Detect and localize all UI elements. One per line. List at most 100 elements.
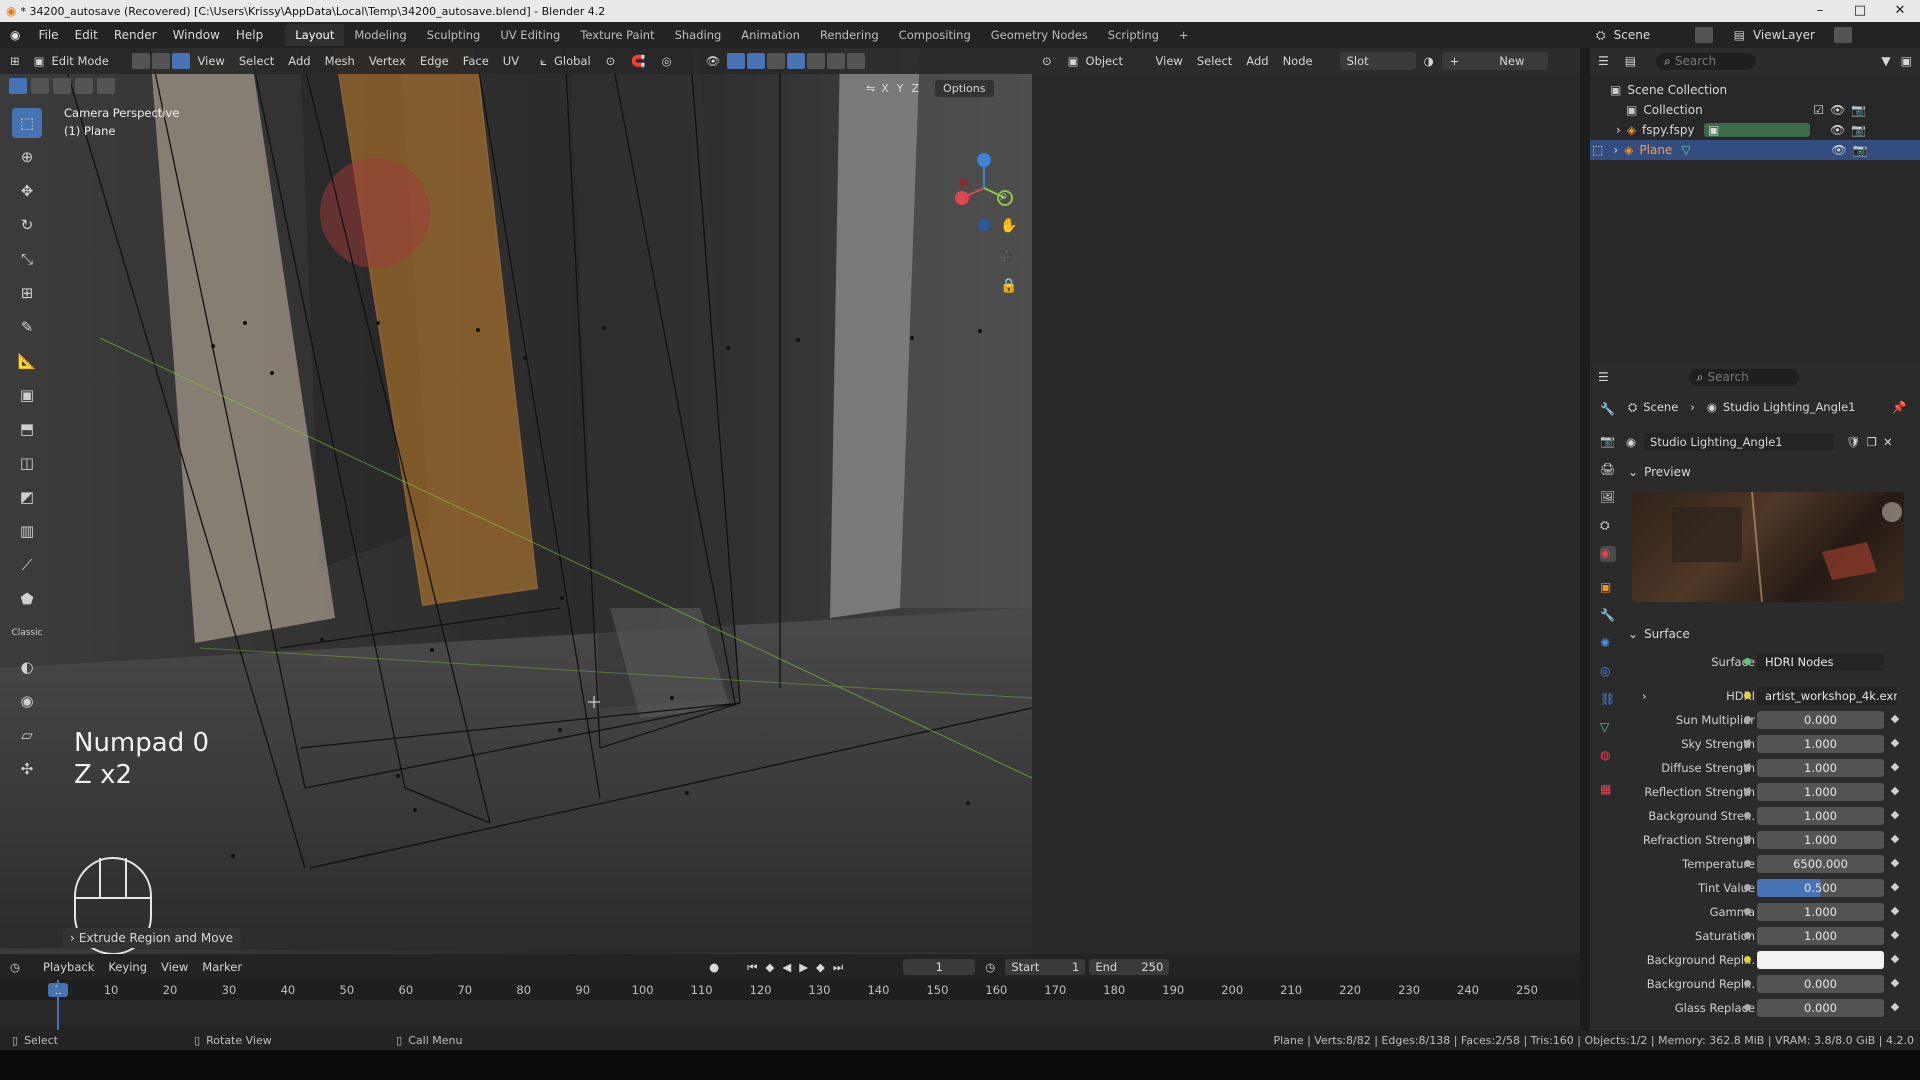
new-collection-icon[interactable]: ▣ bbox=[1901, 54, 1912, 68]
world-field-value[interactable]: 1.000 bbox=[1757, 831, 1884, 849]
transform-tool-icon[interactable]: ⊞ bbox=[12, 278, 42, 308]
keyframe-icon[interactable] bbox=[1890, 810, 1900, 820]
checkbox-icon[interactable]: ☑ bbox=[1813, 103, 1824, 117]
jump-start-icon[interactable]: ⏮ bbox=[747, 960, 757, 975]
shrink-fatten-tool-icon[interactable]: ◉ bbox=[12, 686, 42, 716]
menu-edit[interactable]: Edit bbox=[67, 28, 106, 42]
eye-icon[interactable]: 👁 bbox=[1831, 143, 1846, 157]
filter-icon[interactable]: ▼ bbox=[1881, 54, 1890, 68]
minimize-button[interactable]: – bbox=[1800, 0, 1840, 22]
tab-geometry-nodes[interactable]: Geometry Nodes bbox=[981, 24, 1098, 46]
wireframe-shading-icon[interactable] bbox=[787, 53, 806, 69]
end-field[interactable]: End 250 bbox=[1089, 959, 1170, 975]
modifier-tab-icon[interactable]: 🔧 bbox=[1600, 608, 1616, 624]
play-reverse-icon[interactable]: ◀ bbox=[782, 960, 791, 974]
object-dropdown[interactable]: Object bbox=[1079, 52, 1149, 70]
mode-dropdown[interactable]: Edit Mode bbox=[45, 52, 131, 70]
eye-icon[interactable]: 👁 bbox=[1830, 103, 1845, 117]
tab-shading[interactable]: Shading bbox=[665, 24, 732, 46]
outliner-row-scene-collection[interactable]: ▣ Scene Collection bbox=[1590, 80, 1920, 100]
new-scene-icon[interactable] bbox=[1694, 27, 1713, 43]
keyframe-icon[interactable] bbox=[1890, 882, 1900, 892]
world-tab-icon[interactable]: ◉ bbox=[1600, 546, 1616, 562]
blender-menu-icon[interactable]: ◉ bbox=[0, 28, 30, 42]
gizmo-toggle-icon[interactable] bbox=[727, 53, 746, 69]
properties-search-input[interactable]: ⌕ Search bbox=[1688, 368, 1799, 386]
maximize-button[interactable]: □ bbox=[1840, 0, 1880, 22]
eye-icon[interactable]: 👁 bbox=[1830, 123, 1845, 137]
lock-icon[interactable]: 🔒 bbox=[1000, 278, 1017, 294]
visibility-icon[interactable]: 👁 bbox=[700, 54, 727, 68]
timeline-track-area[interactable] bbox=[0, 1000, 1580, 1026]
material-tab-icon[interactable]: ◍ bbox=[1600, 748, 1616, 764]
tab-layout[interactable]: Layout bbox=[285, 24, 345, 46]
viewlayer-icon[interactable]: ▤ bbox=[1734, 28, 1745, 42]
3d-viewport[interactable]: Camera Perspective (1) Plane Numpad 0 Z … bbox=[0, 48, 1032, 954]
material-shading-icon[interactable] bbox=[827, 53, 846, 69]
breadcrumb-scene[interactable]: Scene bbox=[1643, 400, 1678, 414]
keyframe-icon[interactable] bbox=[1890, 738, 1900, 748]
menu-help[interactable]: Help bbox=[228, 28, 271, 42]
world-field-value[interactable] bbox=[1757, 951, 1884, 969]
keyframe-icon[interactable] bbox=[1890, 1002, 1900, 1012]
options-dropdown[interactable]: Options bbox=[935, 79, 994, 97]
properties-type-icon[interactable]: ☰ bbox=[1598, 370, 1609, 384]
select-intersect-icon[interactable] bbox=[97, 78, 115, 94]
texture-tab-icon[interactable]: ▦ bbox=[1600, 782, 1616, 798]
cursor-tool-icon[interactable]: ⊕ bbox=[12, 142, 42, 172]
menu-render[interactable]: Render bbox=[106, 28, 165, 42]
playback-menu[interactable]: Playback bbox=[36, 958, 101, 976]
extrude-tool-icon[interactable]: ⬒ bbox=[12, 414, 42, 444]
spin-tool-icon[interactable]: Classic bbox=[11, 618, 42, 648]
menu-view[interactable]: View bbox=[191, 52, 232, 70]
move-tool-icon[interactable]: ✥ bbox=[12, 176, 42, 206]
tool-tab-icon[interactable]: 🔧 bbox=[1600, 402, 1616, 418]
bevel-tool-icon[interactable]: ◩ bbox=[12, 482, 42, 512]
keyframe-icon[interactable] bbox=[1890, 930, 1900, 940]
keyframe-icon[interactable] bbox=[1890, 762, 1900, 772]
surface-dropdown[interactable]: HDRI Nodes bbox=[1757, 653, 1884, 671]
overlay-toggle-icon[interactable] bbox=[747, 53, 766, 69]
menu-select[interactable]: Select bbox=[232, 52, 281, 70]
scene-selector[interactable]: Scene bbox=[1614, 28, 1694, 42]
rotate-tool-icon[interactable]: ↻ bbox=[12, 210, 42, 240]
fake-user-icon[interactable]: 🛡 bbox=[1846, 435, 1861, 449]
select-invert-icon[interactable] bbox=[75, 78, 93, 94]
camera-icon[interactable]: 📷 bbox=[1851, 103, 1866, 117]
new-viewlayer-icon[interactable] bbox=[1833, 27, 1852, 43]
shader-menu-view[interactable]: View bbox=[1149, 52, 1190, 70]
outliner-type-icon[interactable]: ☰ bbox=[1598, 54, 1609, 68]
select-extend-icon[interactable] bbox=[31, 78, 49, 94]
expand-chevron-icon[interactable]: › bbox=[1613, 143, 1618, 157]
start-field[interactable]: Start 1 bbox=[1005, 959, 1086, 975]
record-icon[interactable]: ● bbox=[709, 960, 719, 974]
menu-face[interactable]: Face bbox=[456, 52, 496, 70]
outliner-search-input[interactable]: ⌕ Search bbox=[1656, 52, 1757, 70]
knife-tool-icon[interactable]: ⟋ bbox=[12, 550, 42, 580]
jump-end-icon[interactable]: ⏭ bbox=[833, 960, 843, 975]
tab-sculpting[interactable]: Sculpting bbox=[417, 24, 491, 46]
tab-texture-paint[interactable]: Texture Paint bbox=[570, 24, 664, 46]
clock-icon[interactable]: ◷ bbox=[985, 960, 995, 974]
menu-uv[interactable]: UV bbox=[496, 52, 526, 70]
display-mode-icon[interactable]: ▤ bbox=[1625, 54, 1636, 68]
breadcrumb-world[interactable]: Studio Lighting_Angle1 bbox=[1723, 400, 1856, 414]
tab-rendering[interactable]: Rendering bbox=[810, 24, 889, 46]
keyframe-icon[interactable] bbox=[1890, 834, 1900, 844]
keyframe-icon[interactable] bbox=[1890, 906, 1900, 916]
snap-icon[interactable]: 🧲 bbox=[623, 54, 653, 68]
poly-build-tool-icon[interactable]: ⬟ bbox=[12, 584, 42, 614]
keying-menu[interactable]: Keying bbox=[101, 958, 154, 976]
marker-menu[interactable]: Marker bbox=[195, 958, 249, 976]
smooth-tool-icon[interactable]: ◐ bbox=[12, 652, 42, 682]
keyframe-icon[interactable] bbox=[1890, 954, 1900, 964]
xray-toggle-icon[interactable] bbox=[767, 53, 786, 69]
tab-animation[interactable]: Animation bbox=[731, 24, 810, 46]
tab-compositing[interactable]: Compositing bbox=[889, 24, 981, 46]
keyframe-icon[interactable] bbox=[1890, 978, 1900, 988]
menu-window[interactable]: Window bbox=[165, 28, 228, 42]
output-tab-icon[interactable]: 🖨 bbox=[1600, 462, 1616, 478]
world-field-value[interactable]: 0.000 bbox=[1757, 975, 1884, 993]
tab-modeling[interactable]: Modeling bbox=[344, 24, 416, 46]
data-tab-icon[interactable]: ▽ bbox=[1600, 720, 1616, 736]
